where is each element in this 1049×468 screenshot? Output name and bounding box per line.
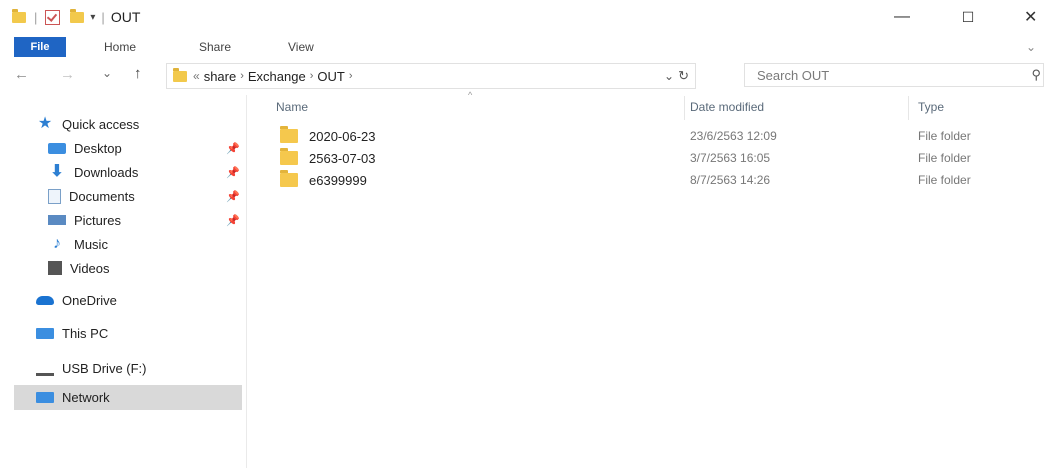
sidebar-item-label: Desktop <box>74 140 122 156</box>
toolbar-separator: | <box>34 9 38 25</box>
tab-share[interactable]: Share <box>199 37 231 57</box>
forward-button[interactable]: → <box>60 66 75 83</box>
pin-icon: 📌 <box>226 215 240 227</box>
expand-ribbon-icon[interactable]: ⌄ <box>1026 37 1036 57</box>
sidebar-item-label: Music <box>74 236 108 252</box>
navigation-pane: ★ Quick access Desktop 📌 ⬇ Downloads 📌 D… <box>0 95 247 468</box>
search-placeholder: Search OUT <box>757 67 830 83</box>
file-type: File folder <box>918 151 971 165</box>
download-icon: ⬇ <box>50 163 64 180</box>
file-type: File folder <box>918 173 971 187</box>
sidebar-item-this-pc[interactable]: This PC <box>36 322 108 344</box>
breadcrumb-exchange[interactable]: Exchange <box>248 69 306 84</box>
column-divider[interactable] <box>684 96 685 120</box>
overflow-path-button[interactable]: « <box>193 69 200 83</box>
file-date-modified: 3/7/2563 16:05 <box>690 151 771 165</box>
usb-drive-icon <box>36 369 54 376</box>
file-row[interactable]: 2563-07-03 3/7/2563 16:05 File folder <box>280 148 1020 168</box>
chevron-right-icon[interactable]: › <box>240 70 244 82</box>
search-icon[interactable]: ⚲ <box>1031 67 1041 83</box>
music-icon: ♪ <box>53 235 61 252</box>
sidebar-item-label: Pictures <box>74 212 121 228</box>
new-folder-icon[interactable] <box>70 8 85 23</box>
file-type: File folder <box>918 129 971 143</box>
sidebar-item-music[interactable]: ♪ Music <box>48 233 108 255</box>
file-date-modified: 23/6/2563 12:09 <box>690 129 777 143</box>
address-bar[interactable]: « share › Exchange › OUT › ⌄ ↻ <box>166 63 696 89</box>
sidebar-item-label: USB Drive (F:) <box>62 360 147 376</box>
desktop-icon <box>48 142 66 154</box>
back-button[interactable]: ← <box>14 66 29 83</box>
file-name: 2563-07-03 <box>309 150 376 166</box>
close-button[interactable]: ✕ <box>1024 4 1049 30</box>
breadcrumb-out[interactable]: OUT <box>317 69 344 84</box>
pin-icon: 📌 <box>226 191 240 203</box>
breadcrumb-share[interactable]: share <box>204 69 237 84</box>
videos-icon <box>48 261 62 275</box>
maximize-button[interactable]: ☐ <box>948 4 988 30</box>
sidebar-item-usb-drive[interactable]: USB Drive (F:) <box>36 357 147 379</box>
network-icon <box>36 392 54 403</box>
chevron-right-icon[interactable]: › <box>349 70 353 82</box>
pictures-icon <box>48 215 66 225</box>
file-date-modified: 8/7/2563 14:26 <box>690 173 771 187</box>
onedrive-icon <box>36 295 54 305</box>
column-header-type[interactable]: Type <box>918 100 944 114</box>
search-input[interactable]: Search OUT ⚲ <box>744 63 1044 87</box>
file-name: e6399999 <box>309 172 367 188</box>
folder-icon <box>280 170 298 187</box>
sidebar-item-videos[interactable]: Videos <box>48 257 110 279</box>
tab-home[interactable]: Home <box>104 37 136 57</box>
recent-locations-button[interactable]: ⌄ <box>102 66 112 80</box>
this-pc-icon <box>36 327 54 339</box>
file-row[interactable]: e6399999 8/7/2563 14:26 File folder <box>280 170 1020 190</box>
window-title: OUT <box>110 9 141 25</box>
sidebar-item-documents[interactable]: Documents <box>48 185 135 207</box>
sidebar-item-onedrive[interactable]: OneDrive <box>36 289 117 311</box>
sidebar-item-label: Videos <box>70 260 110 276</box>
column-header-date-modified[interactable]: Date modified <box>690 100 764 114</box>
star-icon: ★ <box>37 115 53 132</box>
sort-ascending-icon: ^ <box>468 90 473 100</box>
sidebar-item-label: Downloads <box>74 164 139 180</box>
minimize-button[interactable]: — <box>882 4 922 30</box>
sidebar-item-label: Documents <box>69 188 135 204</box>
file-row[interactable]: 2020-06-23 23/6/2563 12:09 File folder <box>280 126 1020 146</box>
column-header-name[interactable]: Name <box>276 100 308 114</box>
tab-file[interactable]: File <box>14 37 66 57</box>
properties-icon[interactable] <box>45 9 61 25</box>
sidebar-item-network[interactable]: Network <box>14 385 242 410</box>
quick-access-toolbar: | ▾ | OUT <box>12 8 140 26</box>
documents-icon <box>48 188 61 204</box>
refresh-button[interactable]: ↻ <box>678 68 689 84</box>
folder-icon <box>280 148 298 165</box>
address-dropdown-icon[interactable]: ⌄ <box>664 69 674 83</box>
folder-icon <box>173 67 187 82</box>
sidebar-item-label: This PC <box>62 325 109 341</box>
folder-icon[interactable] <box>12 8 26 23</box>
chevron-right-icon[interactable]: › <box>310 70 314 82</box>
file-name: 2020-06-23 <box>309 128 376 144</box>
customize-toolbar-icon[interactable]: ▾ <box>90 12 95 23</box>
sidebar-item-label: Network <box>62 390 110 405</box>
sidebar-item-downloads[interactable]: ⬇ Downloads <box>48 161 138 183</box>
column-divider[interactable] <box>908 96 909 120</box>
pin-icon: 📌 <box>226 143 240 155</box>
sidebar-item-label: OneDrive <box>62 292 117 308</box>
toolbar-separator: | <box>101 9 105 25</box>
folder-icon <box>280 126 298 143</box>
sidebar-item-quick-access[interactable]: ★ Quick access <box>36 113 139 135</box>
sidebar-item-pictures[interactable]: Pictures <box>48 209 121 231</box>
tab-view[interactable]: View <box>288 37 314 57</box>
sidebar-item-desktop[interactable]: Desktop <box>48 137 122 159</box>
sidebar-item-label: Quick access <box>62 116 140 132</box>
up-button[interactable]: ↑ <box>134 65 142 82</box>
pin-icon: 📌 <box>226 167 240 179</box>
